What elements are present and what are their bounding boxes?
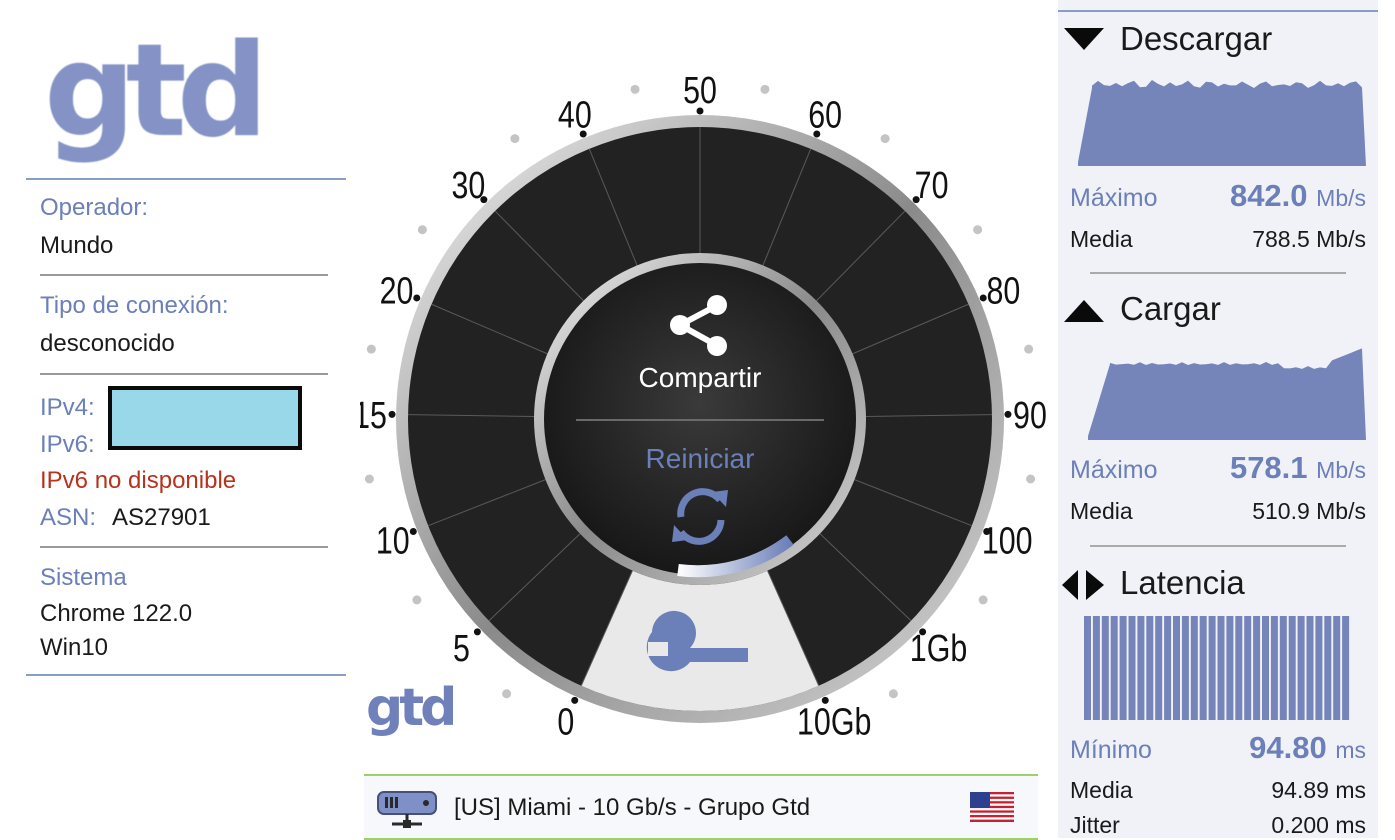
jitter-label: Jitter xyxy=(1070,812,1120,838)
asn-label: ASN: xyxy=(40,504,97,531)
download-graph xyxy=(1078,80,1366,166)
results-panel: Descargar Máximo 842.0 Mb/s Media 788.5 … xyxy=(1058,0,1378,838)
scale-label: 5 xyxy=(453,628,470,670)
latency-title: Latencia xyxy=(1120,564,1245,601)
scale-label: 60 xyxy=(808,95,842,137)
operator-value: Mundo xyxy=(40,232,114,259)
upload-avg-value: 510.9 Mb/s xyxy=(1252,498,1366,524)
latency-min-unit: ms xyxy=(1335,737,1366,763)
download-max-number: 842.0 xyxy=(1229,178,1308,213)
ip-address-redaction xyxy=(108,386,302,450)
scale-label: 40 xyxy=(558,95,592,137)
speed-gauge: 0 5 10 15 20 30 40 50 60 70 80 90 100 1Gb 10Gb Compart… xyxy=(360,70,1047,743)
download-max-value: 842.0 Mb/s xyxy=(1230,178,1366,214)
jitter-value: 0.200 ms xyxy=(1271,812,1366,838)
latency-min-value: 94.80 ms xyxy=(1249,730,1366,766)
scale-label: 20 xyxy=(380,270,414,312)
scale-label: 0 xyxy=(557,701,574,743)
gtd-logo-small: gtd xyxy=(366,678,457,738)
latency-avg-value: 94.89 ms xyxy=(1271,777,1366,803)
ipv4-label: IPv4: xyxy=(40,394,95,421)
divider xyxy=(1058,10,1378,12)
os-value: Win10 xyxy=(40,634,109,661)
us-flag-icon xyxy=(970,792,1014,822)
scale-label: 1Gb xyxy=(910,628,967,670)
download-triangle-icon xyxy=(1064,28,1104,50)
upload-max-number: 578.1 xyxy=(1229,450,1308,485)
scale-label: 70 xyxy=(915,165,949,207)
scale-label: 10Gb xyxy=(797,701,871,743)
download-avg-value: 788.5 Mb/s xyxy=(1252,226,1366,252)
scale-label: 30 xyxy=(451,165,485,207)
browser-value: Chrome 122.0 xyxy=(40,600,193,627)
download-title: Descargar xyxy=(1120,20,1273,57)
download-max-unit: Mb/s xyxy=(1316,185,1366,211)
download-max-label: Máximo xyxy=(1070,184,1158,212)
operator-label: Operador: xyxy=(40,194,149,221)
latency-graph xyxy=(1084,616,1350,720)
latency-min-number: 94.80 xyxy=(1249,730,1327,765)
divider xyxy=(40,546,328,548)
scale-label: 90 xyxy=(1013,395,1047,437)
gtd-logo: gtd xyxy=(44,17,268,166)
scale-label: 10 xyxy=(376,520,410,562)
upload-triangle-icon xyxy=(1064,300,1104,322)
server-selector[interactable]: [US] Miami - 10 Gb/s - Grupo Gtd xyxy=(364,774,1038,840)
scale-label: 15 xyxy=(360,395,387,437)
asn-value: AS27901 xyxy=(112,504,211,531)
scale-label: 80 xyxy=(987,270,1021,312)
connection-type-label: Tipo de conexión: xyxy=(40,292,229,319)
upload-avg-label: Media xyxy=(1070,498,1133,524)
restart-label: Reiniciar xyxy=(646,443,755,474)
latency-avg-label: Media xyxy=(1070,777,1133,803)
server-name: [US] Miami - 10 Gb/s - Grupo Gtd xyxy=(454,794,811,821)
connection-info-panel: Operador: Mundo Tipo de conexión: descon… xyxy=(26,178,346,676)
download-avg-label: Media xyxy=(1070,226,1133,252)
ipv6-label: IPv6: xyxy=(40,431,95,458)
latency-arrows-icon xyxy=(1062,570,1104,600)
scale-label: 50 xyxy=(683,70,717,112)
server-icon xyxy=(377,791,437,828)
latency-min-label: Mínimo xyxy=(1070,736,1152,764)
divider xyxy=(1090,272,1346,274)
connection-type-value: desconocido xyxy=(40,330,175,357)
scale-label: 100 xyxy=(982,520,1033,562)
ipv6-warning: IPv6 no disponible xyxy=(40,467,237,494)
upload-max-value: 578.1 Mb/s xyxy=(1230,450,1366,486)
divider xyxy=(40,274,328,276)
share-label: Compartir xyxy=(639,362,762,393)
divider xyxy=(40,373,328,375)
upload-max-unit: Mb/s xyxy=(1316,457,1366,483)
upload-title: Cargar xyxy=(1120,290,1221,327)
system-label: Sistema xyxy=(40,564,127,591)
upload-graph xyxy=(1088,348,1366,440)
upload-max-label: Máximo xyxy=(1070,456,1158,484)
divider xyxy=(1090,545,1346,547)
